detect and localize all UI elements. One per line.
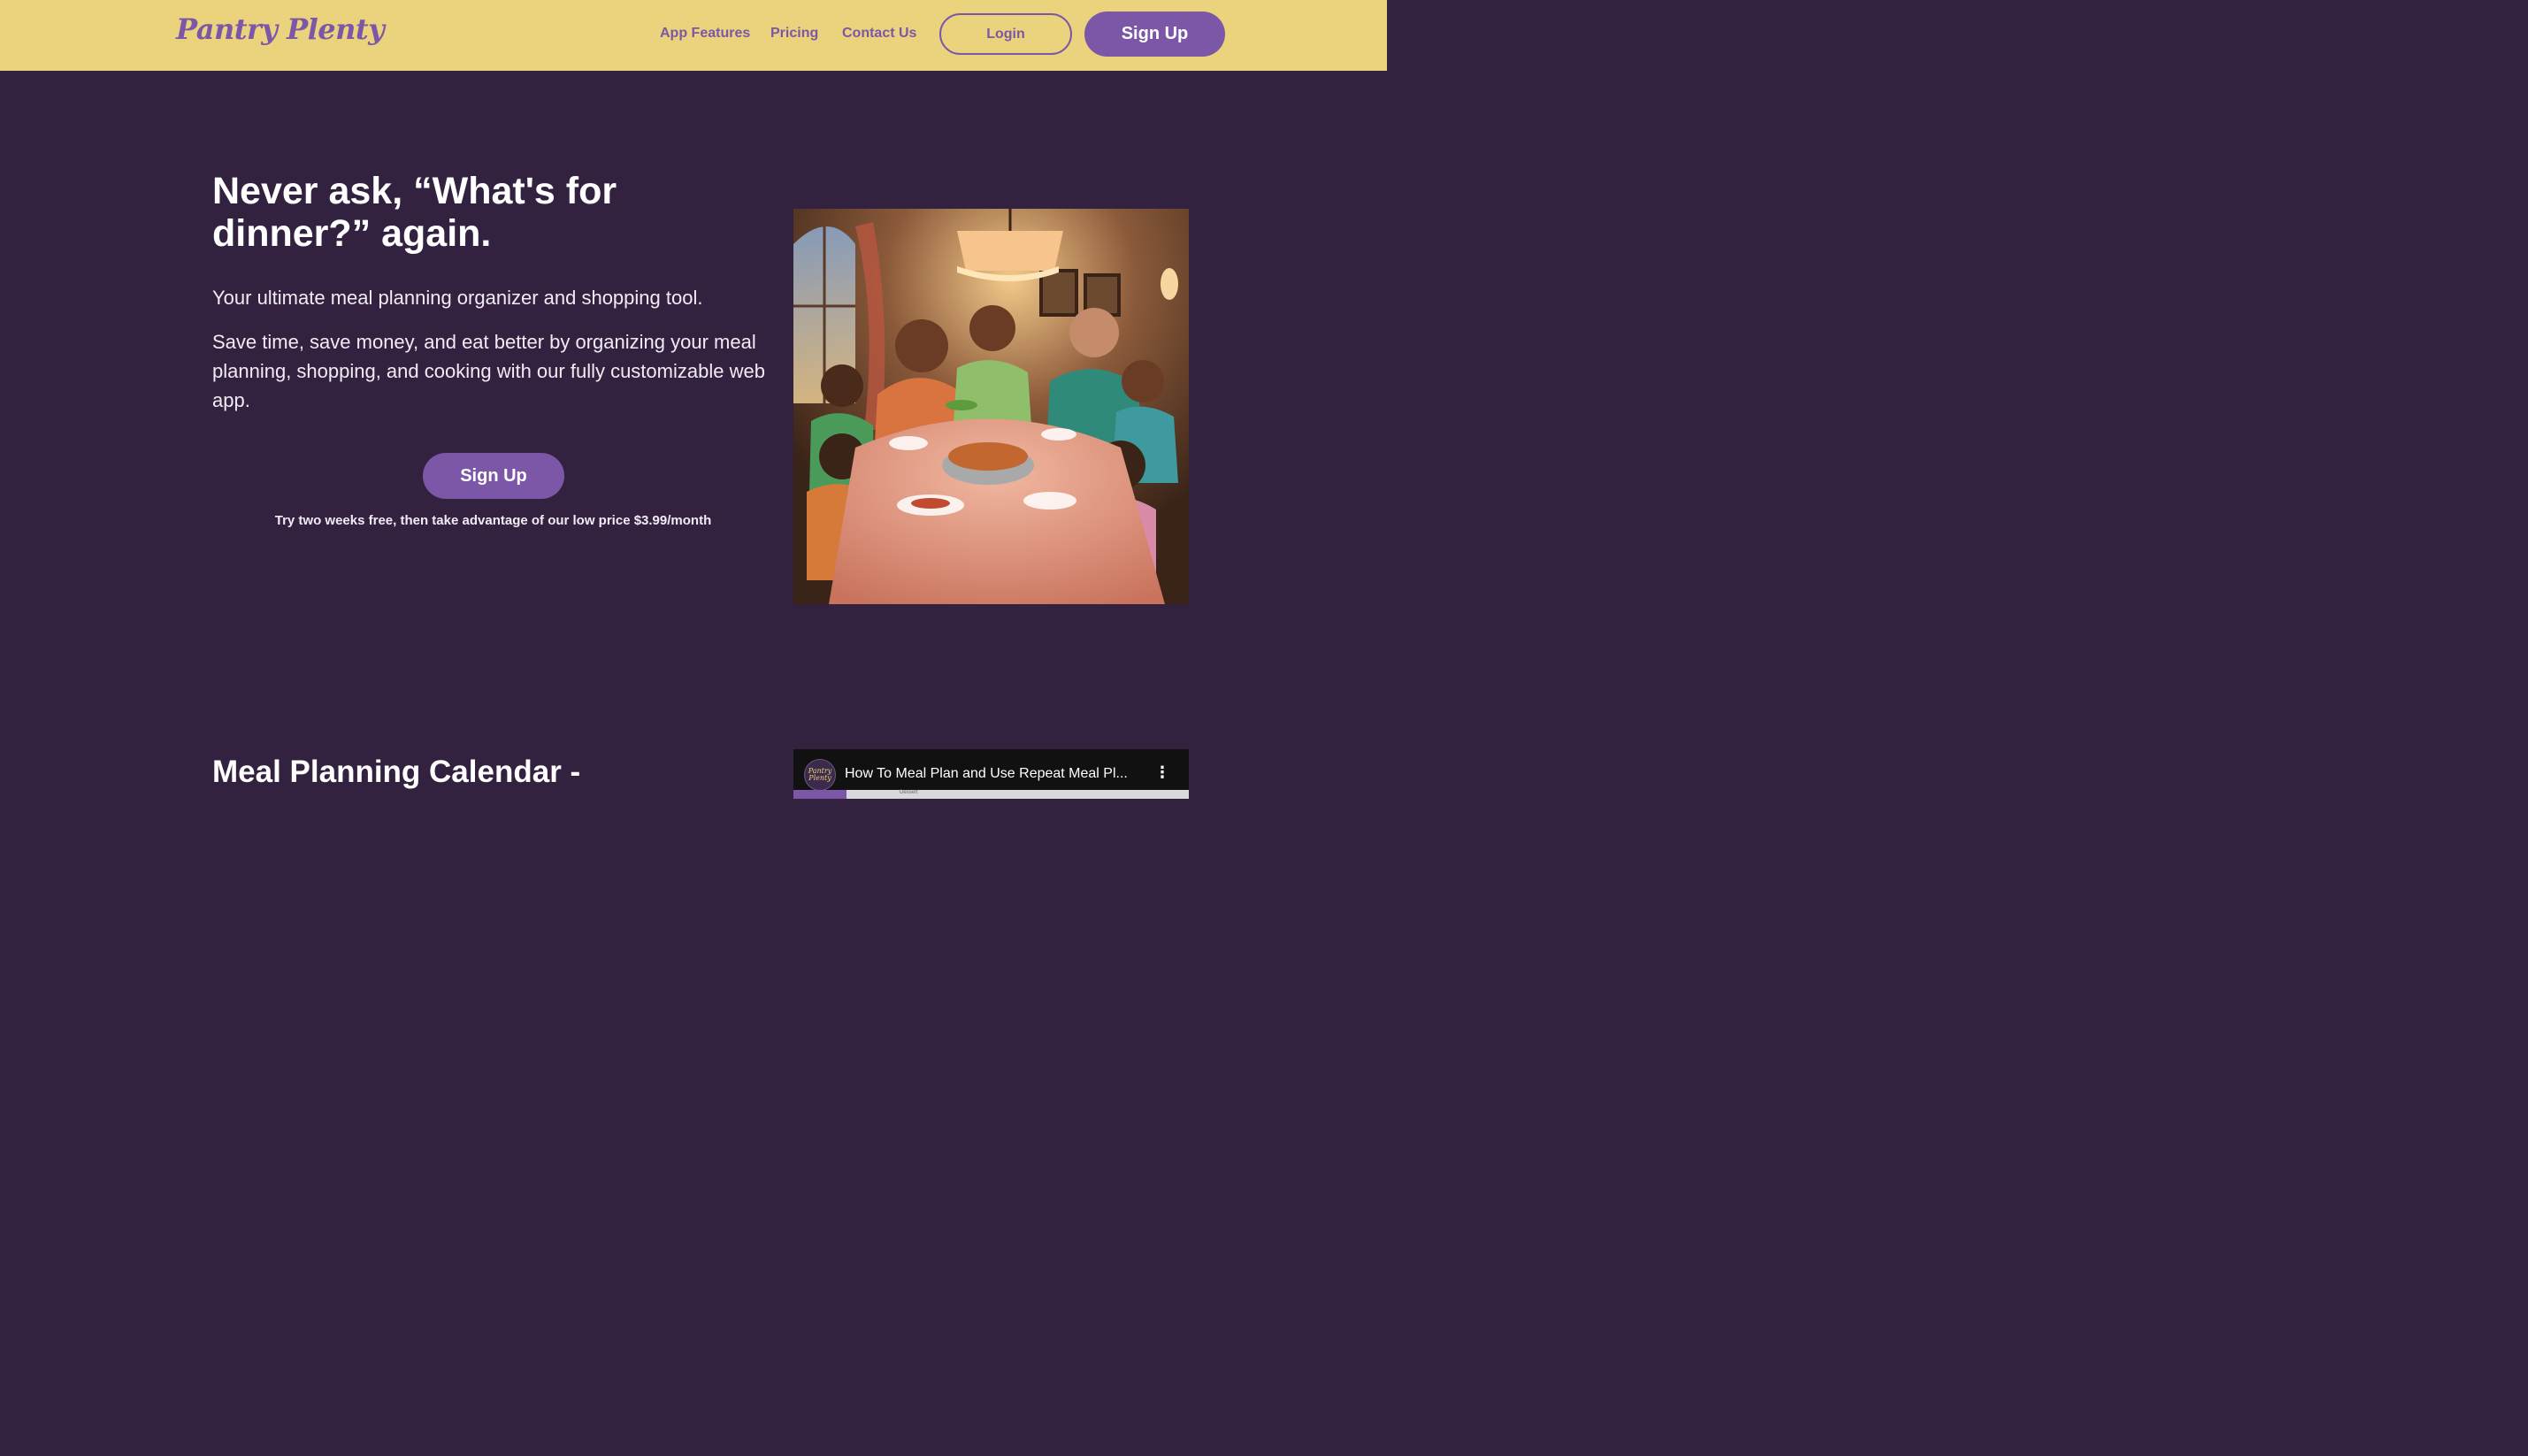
nav-app-features[interactable]: App Features [660,26,750,42]
hero-tagline: Your ultimate meal planning organizer an… [212,287,703,309]
hero-title: Never ask, “What's for dinner?” again. [212,170,617,255]
thumbnail-label: Dessert [900,790,918,795]
nav-pricing[interactable]: Pricing [770,26,818,42]
hero-signup-button[interactable]: Sign Up [423,453,564,499]
nav-contact-us[interactable]: Contact Us [842,26,916,42]
header-signup-button[interactable]: Sign Up [1084,11,1225,57]
login-button[interactable]: Login [939,13,1072,55]
video-title[interactable]: How To Meal Plan and Use Repeat Meal Pl.… [845,766,1145,782]
site-logo[interactable]: Pantry Plenty [176,12,385,46]
hero-description: Save time, save money, and eat better by… [212,331,765,411]
trial-note: Try two weeks free, then take advantage … [274,513,712,528]
youtube-video-embed[interactable]: Pantry Plenty How To Meal Plan and Use R… [793,749,1189,799]
channel-avatar[interactable]: Pantry Plenty [804,759,836,791]
video-thumbnail-strip: Dessert [793,790,1189,799]
thumbnail-purple-block [793,790,846,799]
site-header: Pantry Plenty App Features Pricing Conta… [0,0,1387,71]
more-options-icon[interactable]: ⋮ [1154,763,1170,782]
meal-planning-calendar-heading: Meal Planning Calendar - [212,755,581,789]
family-dinner-illustration [793,209,1189,604]
